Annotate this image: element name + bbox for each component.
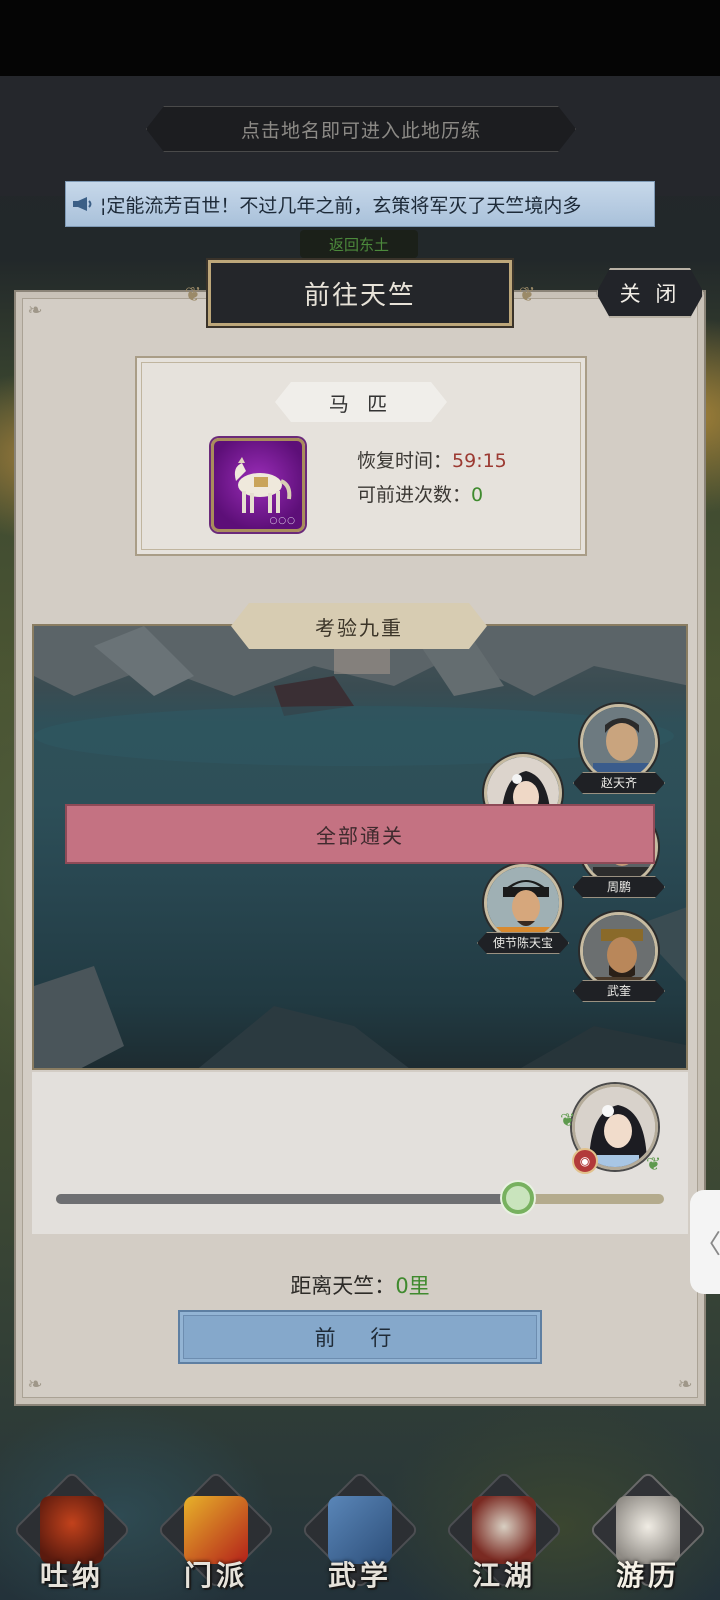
nav-item-martial-arts[interactable]: 武学 <box>300 1470 420 1600</box>
nav-item-travel[interactable]: 游历 <box>588 1470 708 1600</box>
megaphone-icon <box>66 182 100 226</box>
nav-label: 门派 <box>183 1559 248 1592</box>
npc-name: 周鹏 <box>573 876 665 898</box>
announcement-ticker: ¦定能流芳百世！不过几年之前，玄策将军灭了天竺境内多 <box>65 181 655 227</box>
close-button[interactable]: 关 闭 <box>596 268 704 318</box>
horse-tag: 马 匹 <box>275 382 447 422</box>
corner-ornament-icon: ❧ <box>27 300 43 321</box>
npc-name: 赵天齐 <box>573 772 665 794</box>
player-avatar[interactable]: ❦ ❦ ◉ <box>560 1084 664 1176</box>
horse-item-slot[interactable]: ○○○ <box>211 438 305 532</box>
dialog-title: 前往天竺 <box>208 260 512 326</box>
travel-progress-marker <box>502 1182 535 1214</box>
recover-time-row: 恢复时间：59:15 <box>357 446 507 473</box>
npc-name: 武奎 <box>573 980 665 1002</box>
return-east-button[interactable]: 返回东土 <box>300 230 418 258</box>
all-cleared-banner: 全部通关 <box>65 804 655 864</box>
npc-portrait <box>580 704 658 782</box>
recover-time-value: 59:15 <box>452 450 507 472</box>
nav-item-sect[interactable]: 门派 <box>156 1470 276 1600</box>
travel-progress-panel: ❦ ❦ ◉ <box>32 1072 688 1234</box>
ticker-text: ¦定能流芳百世！不过几年之前，玄策将军灭了天竺境内多 <box>100 194 582 217</box>
trips-label: 可前进次数： <box>357 484 472 506</box>
leaf-decoration-icon: ❦ <box>560 1110 576 1131</box>
npc-portrait <box>484 864 562 942</box>
travel-progress-track <box>56 1194 664 1204</box>
nav-label: 游历 <box>615 1559 680 1592</box>
map-hint-banner: 点击地名即可进入此地历练 <box>146 106 576 152</box>
distance-row: 距离天竺：0里 <box>0 1270 720 1300</box>
title-ornament-left-icon: ❦ <box>184 282 202 306</box>
recover-time-label: 恢复时间： <box>357 450 453 472</box>
travel-progress-fill <box>56 1194 519 1204</box>
rarity-dots-icon: ○○○ <box>269 516 296 526</box>
npc-envoy-chen-tianbao[interactable]: 使节陈天宝 <box>477 864 569 954</box>
corner-ornament-icon: ❧ <box>677 1374 693 1395</box>
nav-label: 江湖 <box>471 1559 536 1592</box>
advance-button[interactable]: 前 行 <box>178 1310 542 1364</box>
status-bar <box>0 0 720 76</box>
npc-portrait <box>580 912 658 990</box>
distance-value: 0里 <box>395 1274 430 1298</box>
npc-wu-kui[interactable]: 武奎 <box>573 912 665 1002</box>
npc-name: 使节陈天宝 <box>477 932 569 954</box>
bottom-nav: 吐纳 门派 武学 江湖 游历 <box>0 1460 720 1600</box>
nav-item-breathing[interactable]: 吐纳 <box>12 1470 132 1600</box>
title-ornament-right-icon: ❦ <box>518 282 536 306</box>
trips-value: 0 <box>471 484 484 506</box>
trips-row: 可前进次数：0 <box>357 480 483 507</box>
nav-label: 吐纳 <box>39 1559 104 1592</box>
nav-item-jianghu[interactable]: 江湖 <box>444 1470 564 1600</box>
player-badge-icon: ◉ <box>572 1148 598 1174</box>
leaf-decoration-icon: ❦ <box>646 1154 662 1175</box>
nav-label: 武学 <box>327 1559 392 1592</box>
chevron-left-icon: 〈 <box>694 1229 720 1260</box>
corner-ornament-icon: ❧ <box>27 1374 43 1395</box>
distance-label: 距离天竺： <box>290 1274 396 1298</box>
horse-card: 马 匹 ○○○ 恢复时间：59:15 可前进次数：0 <box>135 356 587 556</box>
trial-title: 考验九重 <box>231 603 487 649</box>
npc-zhao-tianqi[interactable]: 赵天齐 <box>573 704 665 794</box>
